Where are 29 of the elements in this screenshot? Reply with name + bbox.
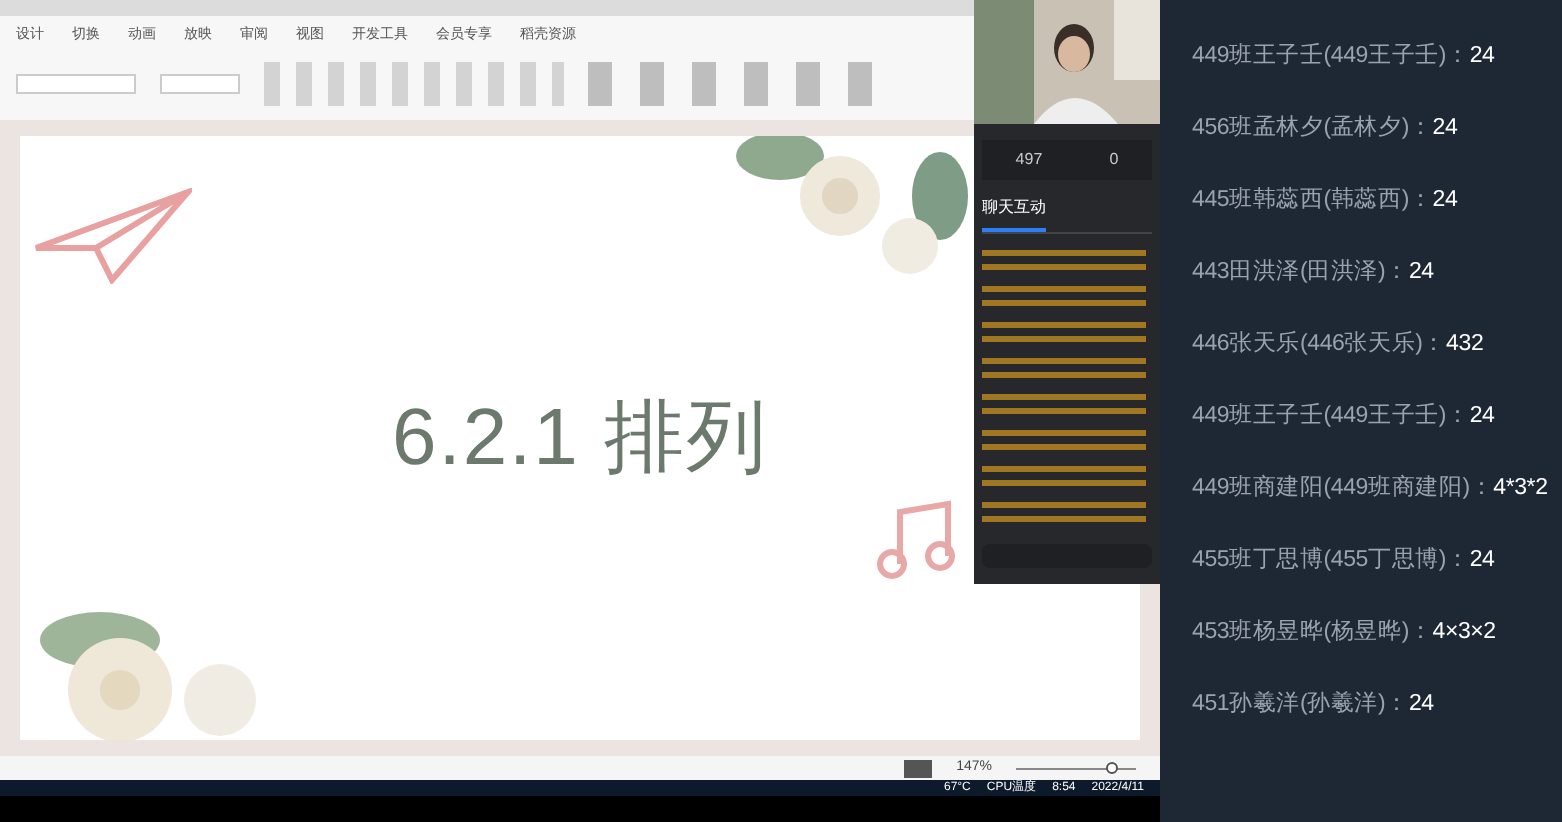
font-field[interactable]	[16, 74, 136, 94]
answer-name: 449班商建阳(449班商建阳)：	[1192, 472, 1494, 504]
answer-name: 449班王子壬(449王子壬)：	[1192, 401, 1470, 432]
answer-value: 24	[1432, 186, 1458, 216]
answer-value: 4×3×2	[1432, 618, 1496, 648]
answer-value: 24	[1469, 42, 1495, 72]
answer-name: 453班杨昱晔(杨昱晔)：	[1192, 617, 1433, 648]
answer-value: 24	[1469, 402, 1495, 432]
paper-plane-icon	[32, 188, 192, 284]
answer-value: 24	[1469, 546, 1495, 576]
music-note-icon	[872, 496, 960, 584]
size-field[interactable]	[160, 74, 240, 94]
answer-value: 432	[1446, 330, 1484, 360]
answer-value: 24	[1408, 258, 1434, 288]
answer-name: 455班丁思博(455丁思博)：	[1192, 545, 1470, 576]
answer-name: 446张天乐(446张天乐)：	[1192, 329, 1447, 360]
answer-name: 443田洪泽(田洪泽)：	[1192, 257, 1409, 288]
stat-value: 0	[1109, 148, 1119, 172]
answer-name: 456班孟林夕(孟林夕)：	[1192, 113, 1433, 144]
answer-name: 445班韩蕊西(韩蕊西)：	[1192, 185, 1433, 216]
zoom-slider-thumb[interactable]	[1106, 761, 1118, 773]
answer-value: 24	[1432, 114, 1458, 144]
answer-value: 24	[1408, 690, 1434, 720]
stat-value: 497	[1015, 148, 1043, 172]
answer-value: 4*3*2	[1493, 474, 1548, 504]
chat-tab[interactable]: 聊天互动	[982, 196, 1046, 232]
slide-title: 6.2.1 排列	[391, 392, 769, 486]
answer-name: 451孙羲洋(孙羲洋)：	[1192, 689, 1409, 720]
answer-name: 449班王子壬(449王子壬)：	[1192, 41, 1470, 72]
